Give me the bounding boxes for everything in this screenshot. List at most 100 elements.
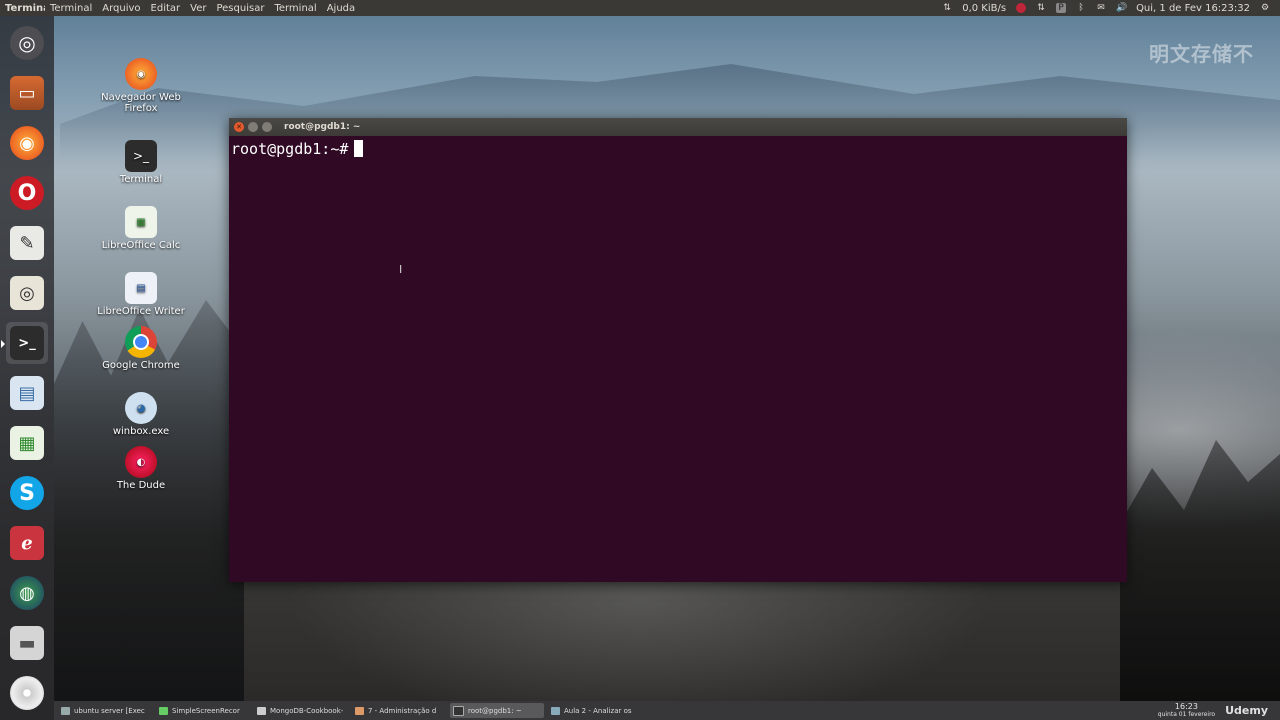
clock-time: 16:23	[1174, 701, 1198, 711]
document-icon	[257, 706, 266, 715]
launcher-dvd[interactable]	[6, 672, 48, 714]
menu-terminal[interactable]: Terminal	[45, 3, 97, 14]
virtualbox-icon	[61, 706, 70, 715]
desktop-icon-writer[interactable]: ▤ LibreOffice Writer	[93, 272, 189, 317]
drive-icon: ▬	[10, 626, 44, 660]
desktop-icon-label: The Dude	[116, 480, 166, 491]
record-indicator-icon[interactable]	[1016, 3, 1027, 13]
menu-ver[interactable]: Ver	[185, 3, 211, 14]
launcher-opera[interactable]: O	[6, 172, 48, 214]
desktop-icon-firefox[interactable]: ◉ Navegador Web Firefox	[93, 58, 189, 114]
launcher: ◎ ▭ ◉ O ✎ ◎ >_ ▤ ▦ S ℯ ◍ ▬	[0, 16, 54, 720]
shell-prompt: root@pgdb1:~#	[231, 140, 349, 158]
wallpaper-trees-right	[1120, 440, 1280, 720]
active-app-name: Terminal	[5, 2, 45, 14]
image-viewer-icon: ▤	[10, 376, 44, 410]
desktop-icon-the-dude[interactable]: ◐ The Dude	[93, 446, 189, 491]
taskbar-clock[interactable]: 16:23 quinta 01 fevereiro	[1157, 701, 1216, 719]
launcher-globe[interactable]: ◍	[6, 572, 48, 614]
folder-icon	[355, 706, 364, 715]
indicator-area: ⇅ 0,0 KiB/s ⇅ P ᛒ ✉ 🔊 Qui, 1 de Fev 16:2…	[942, 3, 1280, 14]
maximize-icon[interactable]	[262, 122, 272, 132]
desktop-icon-chrome[interactable]: Google Chrome	[93, 326, 189, 371]
terminal-titlebar[interactable]: ✕ root@pgdb1: ~	[229, 118, 1127, 136]
taskbar-item[interactable]: 7 - Administração d	[352, 703, 446, 718]
desktop-icon-terminal[interactable]: >_ Terminal	[93, 140, 189, 185]
terminal-icon: >_	[10, 326, 44, 360]
files-icon: ▭	[10, 76, 44, 110]
winbox-icon: ◕	[125, 392, 157, 424]
taskbar-item[interactable]: MongoDB-Cookbook-	[254, 703, 348, 718]
ibeam-cursor-icon: I	[399, 263, 403, 276]
terminal-window[interactable]: ✕ root@pgdb1: ~ root@pgdb1:~# I	[229, 118, 1127, 582]
close-icon[interactable]: ✕	[234, 122, 244, 132]
keyboard-layout-icon[interactable]: P	[1056, 3, 1067, 13]
menu-ajuda[interactable]: Ajuda	[322, 3, 360, 14]
net-speed: 0,0 KiB/s	[962, 2, 1007, 14]
launcher-text-editor[interactable]: ✎	[6, 222, 48, 264]
desktop-icon-label: Terminal	[119, 174, 163, 185]
network-transfer-icon[interactable]: ⇅	[942, 3, 952, 13]
minimize-icon[interactable]	[248, 122, 258, 132]
network-icon[interactable]: ⇅	[1036, 3, 1046, 13]
bottom-taskbar: ubuntu server [Exec SimpleScreenRecor Mo…	[54, 701, 1280, 720]
desktop-icon-label: LibreOffice Writer	[97, 306, 185, 317]
spreadsheet-icon: ▦	[125, 206, 157, 238]
app-menu: Terminal Arquivo Editar Ver Pesquisar Te…	[45, 3, 360, 14]
taskbar-item[interactable]: Aula 2 - Analizar os	[548, 703, 642, 718]
recorder-icon	[159, 706, 168, 715]
watermark-text: 明文存储不	[1149, 42, 1254, 66]
firefox-icon: ◉	[125, 58, 157, 90]
taskbar-item-active[interactable]: root@pgdb1: ~	[450, 703, 544, 718]
speaker-icon: ◎	[10, 276, 44, 310]
desktop-icon-label: Google Chrome	[102, 360, 180, 371]
taskbar-item[interactable]: SimpleScreenRecor	[156, 703, 250, 718]
desktop-icon-label: Navegador Web Firefox	[101, 92, 181, 114]
desktop-icon-label: LibreOffice Calc	[101, 240, 181, 251]
skype-icon: S	[10, 476, 44, 510]
launcher-firefox[interactable]: ◉	[6, 122, 48, 164]
terminal-body[interactable]: root@pgdb1:~#	[229, 136, 1127, 162]
menu-editar[interactable]: Editar	[146, 3, 186, 14]
document-icon	[551, 706, 560, 715]
launcher-rhythmbox[interactable]: ◎	[6, 272, 48, 314]
spreadsheet-icon: ▦	[10, 426, 44, 460]
launcher-app-red[interactable]: ℯ	[6, 522, 48, 564]
launcher-dash[interactable]: ◎	[6, 22, 48, 64]
ubuntu-logo-icon: ◎	[10, 26, 44, 60]
launcher-drive[interactable]: ▬	[6, 622, 48, 664]
clock-date: quinta 01 fevereiro	[1157, 710, 1216, 718]
text-cursor	[354, 140, 364, 157]
launcher-skype[interactable]: S	[6, 472, 48, 514]
chrome-icon	[125, 326, 157, 358]
opera-icon: O	[10, 176, 44, 210]
globe-icon: ◍	[10, 576, 44, 610]
desktop-icon-label: winbox.exe	[112, 426, 170, 437]
disc-icon	[10, 676, 44, 710]
menu-terminal-2[interactable]: Terminal	[269, 3, 321, 14]
launcher-calc[interactable]: ▦	[6, 422, 48, 464]
volume-icon[interactable]: 🔊	[1116, 3, 1127, 13]
text-editor-icon: ✎	[10, 226, 44, 260]
terminal-icon: >_	[125, 140, 157, 172]
terminal-title: root@pgdb1: ~	[284, 122, 361, 132]
launcher-image-viewer[interactable]: ▤	[6, 372, 48, 414]
udemy-logo: Udemy	[1225, 704, 1268, 717]
power-gear-icon[interactable]: ⚙	[1260, 3, 1270, 13]
menu-arquivo[interactable]: Arquivo	[97, 3, 145, 14]
menu-pesquisar[interactable]: Pesquisar	[211, 3, 269, 14]
datetime[interactable]: Qui, 1 de Fev 16:23:32	[1136, 3, 1250, 14]
bluetooth-icon[interactable]: ᛒ	[1076, 3, 1086, 13]
top-panel: Terminal Terminal Arquivo Editar Ver Pes…	[0, 0, 1280, 16]
terminal-icon	[453, 705, 464, 716]
firefox-icon: ◉	[10, 126, 44, 160]
the-dude-icon: ◐	[125, 446, 157, 478]
mail-icon[interactable]: ✉	[1096, 3, 1106, 13]
launcher-terminal[interactable]: >_	[1, 322, 48, 364]
launcher-files[interactable]: ▭	[6, 72, 48, 114]
taskbar-item[interactable]: ubuntu server [Exec	[58, 703, 152, 718]
system-tray: 16:23 quinta 01 fevereiro Udemy	[1157, 701, 1280, 719]
red-app-icon: ℯ	[10, 526, 44, 560]
desktop-icon-calc[interactable]: ▦ LibreOffice Calc	[93, 206, 189, 251]
desktop-icon-winbox[interactable]: ◕ winbox.exe	[93, 392, 189, 437]
